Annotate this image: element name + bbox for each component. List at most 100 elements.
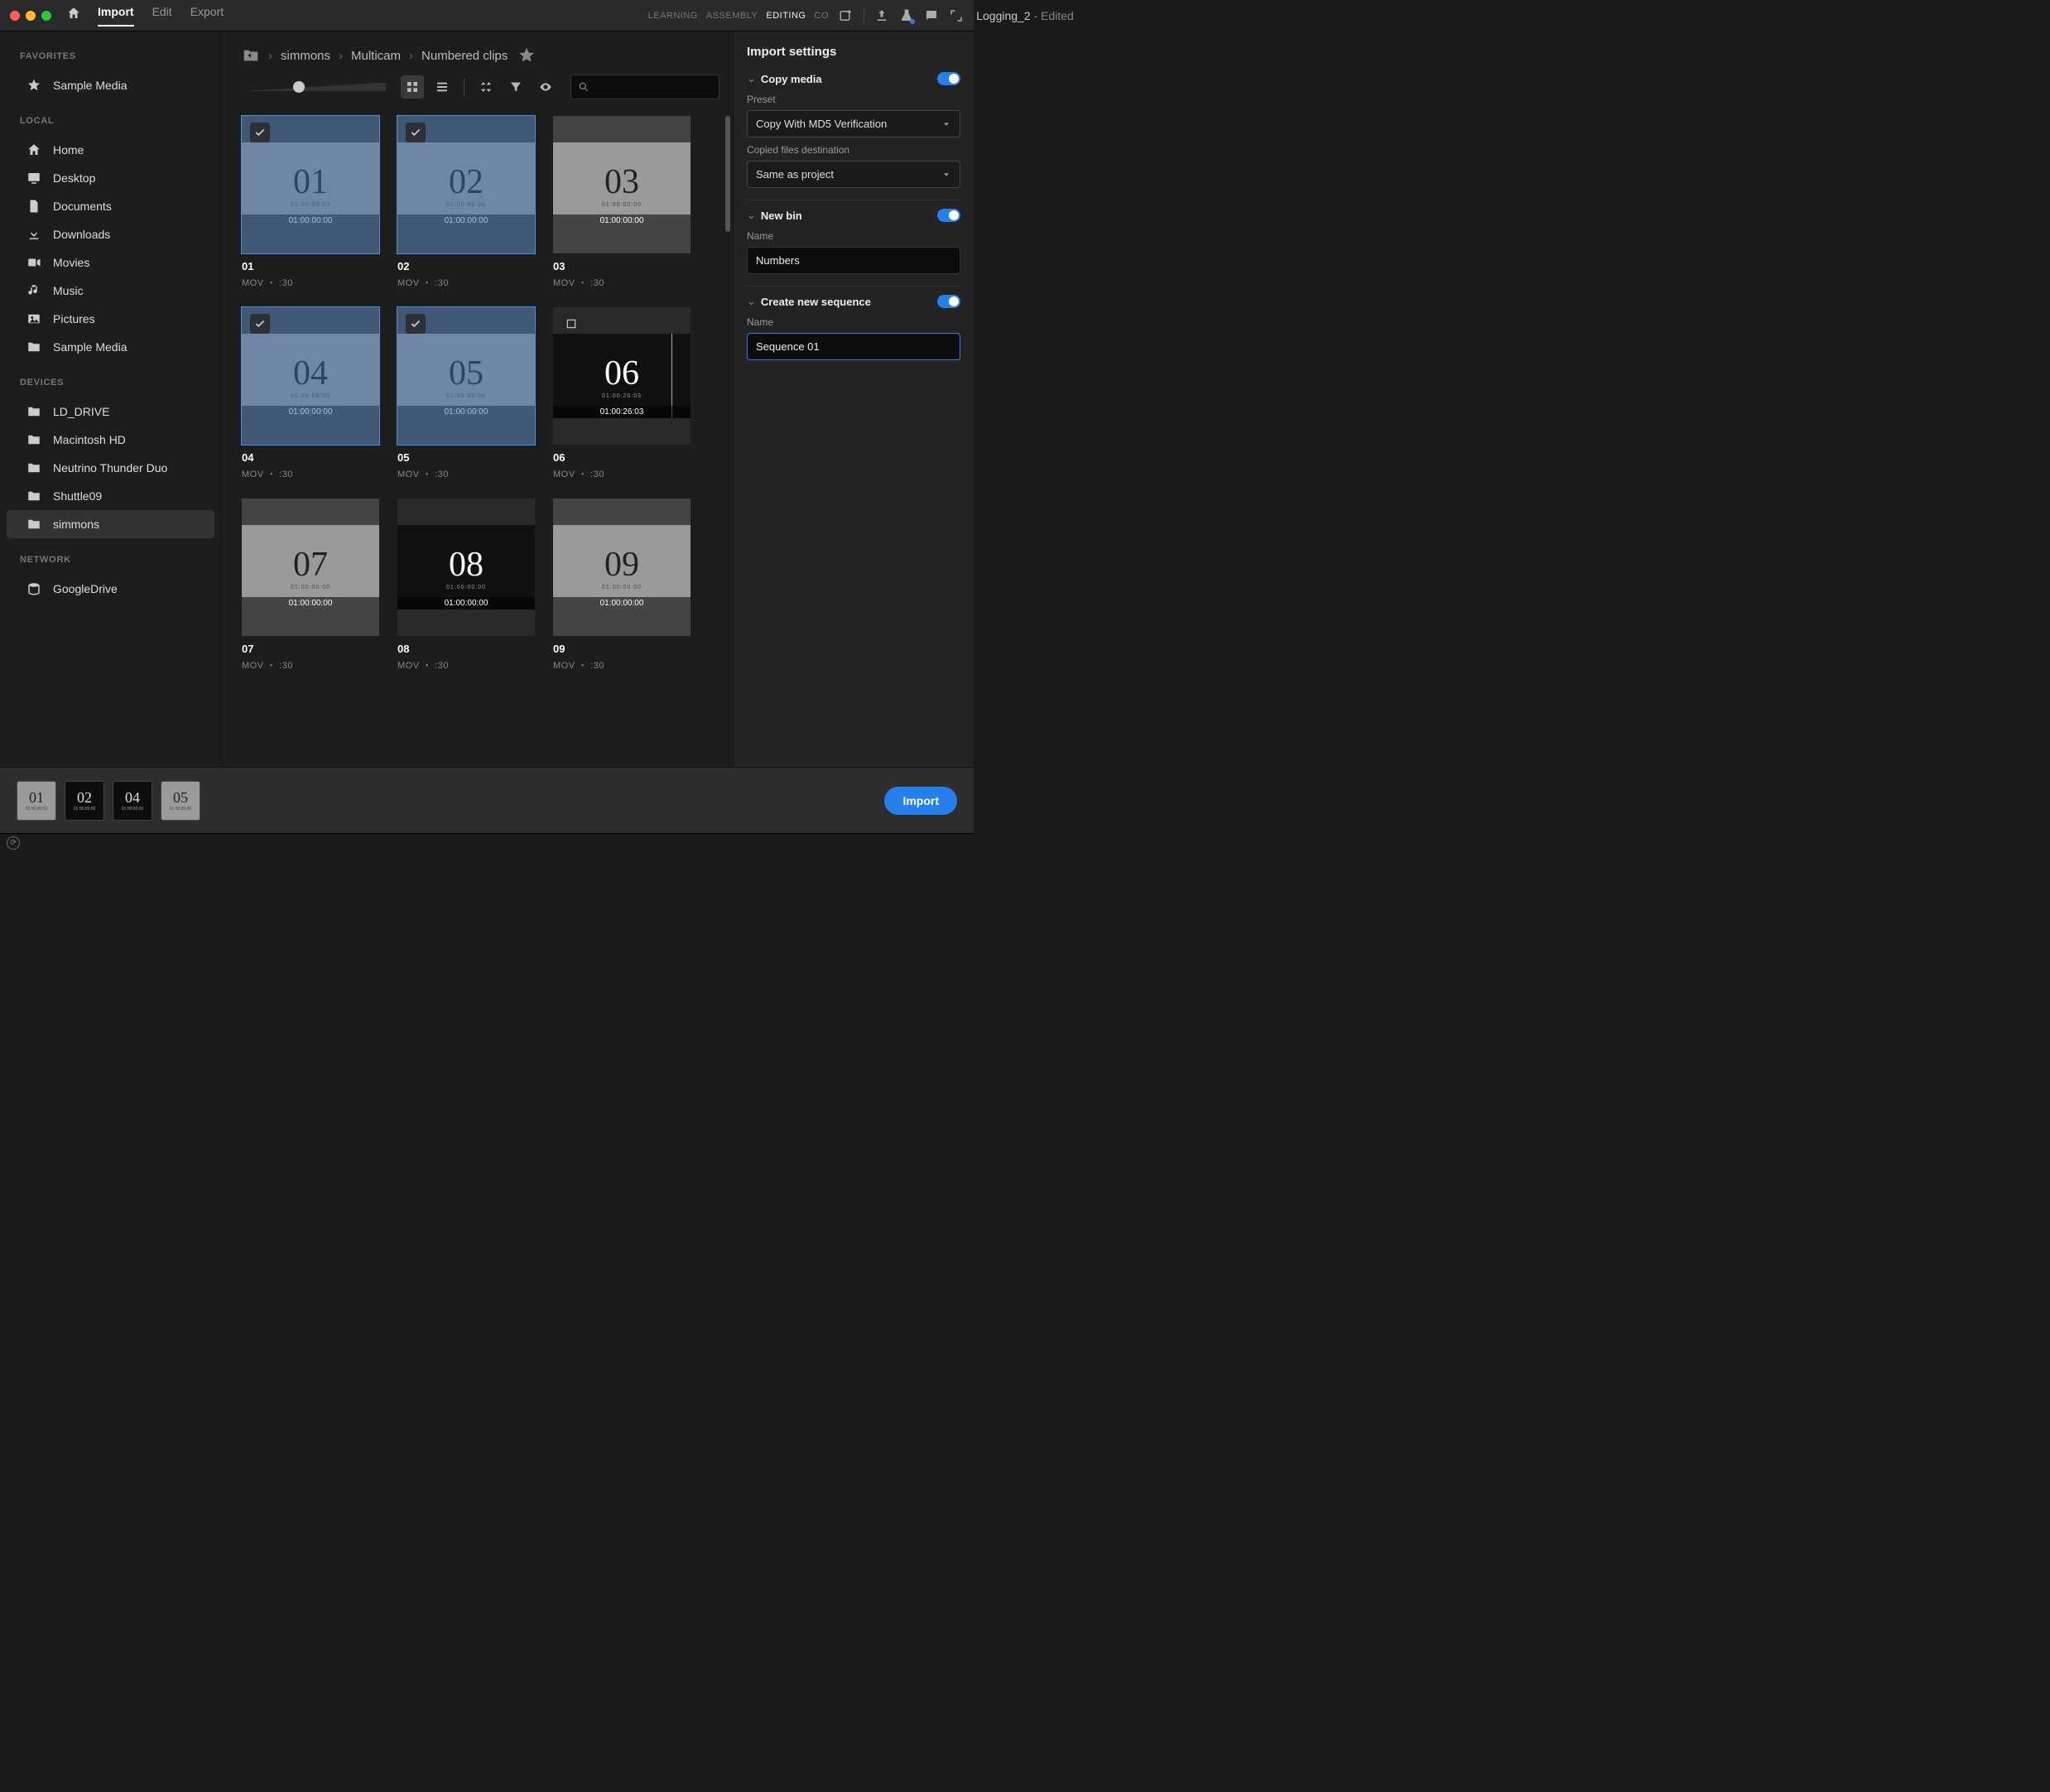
search-input[interactable] <box>570 75 719 99</box>
main-tab-export[interactable]: Export <box>190 5 224 26</box>
preset-select[interactable]: Copy With MD5 Verification <box>747 110 960 137</box>
clip-name: 08 <box>397 643 535 655</box>
sidebar-item-sample-media[interactable]: Sample Media <box>7 71 214 99</box>
destination-select[interactable]: Same as project <box>747 161 960 188</box>
sidebar-item-label: Desktop <box>53 171 95 185</box>
breadcrumb-item[interactable]: simmons <box>281 49 330 63</box>
clip-number: 07 <box>293 545 328 585</box>
clip-item[interactable]: 0101:00:00:0001:00:00:0001MOV ・ :30 <box>242 116 379 289</box>
minimize-window-button[interactable] <box>26 11 36 21</box>
section-header-new-bin[interactable]: ⌄ New bin <box>747 209 960 222</box>
sequence-name-input[interactable]: Sequence 01 <box>747 333 960 360</box>
tray-clip[interactable]: 0201:00:00:00 <box>65 781 104 821</box>
section-copy-media: ⌄ Copy media Preset Copy With MD5 Verifi… <box>747 72 960 200</box>
clip-thumbnail[interactable]: 0601:00:26:0301:00:26:03 <box>553 307 691 445</box>
clip-checkbox[interactable] <box>406 314 426 334</box>
sidebar-item-neutrino-thunder-duo[interactable]: Neutrino Thunder Duo <box>7 454 214 482</box>
main-tab-edit[interactable]: Edit <box>152 5 172 26</box>
visibility-button[interactable] <box>534 75 557 99</box>
tray-clip[interactable]: 0101:00:00:00 <box>17 781 56 821</box>
maximize-window-button[interactable] <box>41 11 51 21</box>
clip-item[interactable]: 0301:00:00:0001:00:00:0003MOV ・ :30 <box>553 116 691 289</box>
chevron-down-icon <box>941 170 951 180</box>
clip-thumbnail[interactable]: 0701:00:00:0001:00:00:00 <box>242 499 379 636</box>
main-tabs: Import Edit Export <box>98 5 224 26</box>
titlebar: ImportEditExport Logging_2 - Edited LEAR… <box>0 0 974 31</box>
list-view-button[interactable] <box>431 75 454 99</box>
clip-checkbox[interactable] <box>561 314 581 334</box>
clip-thumbnail[interactable]: 0301:00:00:0001:00:00:00 <box>553 116 691 253</box>
bin-name-input[interactable]: Numbers <box>747 247 960 274</box>
sidebar-item-music[interactable]: Music <box>7 277 214 305</box>
clip-thumbnail[interactable]: 0401:00:00:0001:00:00:00 <box>242 307 379 445</box>
clip-item[interactable]: 0501:00:00:0001:00:00:0005MOV ・ :30 <box>397 307 535 480</box>
folder-back-icon[interactable] <box>242 46 260 65</box>
comment-icon[interactable] <box>924 8 939 23</box>
toggle-new-bin[interactable] <box>937 209 960 222</box>
timecode: 01:00:00:00 <box>553 597 691 609</box>
sort-button[interactable] <box>474 75 498 99</box>
clip-checkbox[interactable] <box>406 123 426 142</box>
sidebar-item-sample-media[interactable]: Sample Media <box>7 333 214 361</box>
settings-title: Import settings <box>747 45 960 59</box>
clip-thumbnail[interactable]: 0901:00:00:0001:00:00:00 <box>553 499 691 636</box>
file-icon <box>26 199 41 214</box>
breadcrumb-item[interactable]: Numbered clips <box>421 49 508 63</box>
main-tab-import[interactable]: Import <box>98 5 134 26</box>
clip-checkbox[interactable] <box>250 314 270 334</box>
clip-thumbnail[interactable]: 0201:00:00:0001:00:00:00 <box>397 116 535 253</box>
chevron-down-icon: ⌄ <box>747 209 756 222</box>
sidebar-item-movies[interactable]: Movies <box>7 248 214 277</box>
clip-thumbnail[interactable]: 0801:00:00:0001:00:00:00 <box>397 499 535 636</box>
star-outline-icon[interactable] <box>519 48 534 63</box>
cc-sync-icon[interactable]: ⟳ <box>7 836 20 850</box>
toggle-copy-media[interactable] <box>937 72 960 85</box>
section-header-copy-media[interactable]: ⌄ Copy media <box>747 72 960 85</box>
scrollbar[interactable] <box>725 116 730 232</box>
sidebar-item-label: LD_DRIVE <box>53 405 109 418</box>
sidebar-item-ld_drive[interactable]: LD_DRIVE <box>7 397 214 426</box>
sidebar-item-downloads[interactable]: Downloads <box>7 220 214 248</box>
toggle-new-sequence[interactable] <box>937 295 960 308</box>
clip-item[interactable]: 0801:00:00:0001:00:00:0008MOV ・ :30 <box>397 499 535 672</box>
fullscreen-icon[interactable] <box>949 8 964 23</box>
clip-thumbnail[interactable]: 0101:00:00:0001:00:00:00 <box>242 116 379 253</box>
sidebar-item-googledrive[interactable]: GoogleDrive <box>7 575 214 603</box>
sidebar-item-shuttle09[interactable]: Shuttle09 <box>7 482 214 510</box>
clip-item[interactable]: 0701:00:00:0001:00:00:0007MOV ・ :30 <box>242 499 379 672</box>
workspace-tab-assembly[interactable]: ASSEMBLY <box>706 11 758 21</box>
share-icon[interactable] <box>874 8 889 23</box>
clip-thumbnail[interactable]: 0501:00:00:0001:00:00:00 <box>397 307 535 445</box>
workspace-tab-co[interactable]: CO <box>815 11 830 21</box>
tray-clip[interactable]: 0401:00:00:00 <box>113 781 152 821</box>
workspace-tab-editing[interactable]: EDITING <box>766 11 806 21</box>
add-workspace-icon[interactable] <box>839 8 854 23</box>
sidebar-item-home[interactable]: Home <box>7 136 214 164</box>
browser-toolbar <box>222 68 733 111</box>
sidebar-header: DEVICES <box>0 373 221 393</box>
sidebar-item-simmons[interactable]: simmons <box>7 510 214 538</box>
clip-item[interactable]: 0601:00:26:0301:00:26:0306MOV ・ :30 <box>553 307 691 480</box>
grid-view-button[interactable] <box>401 75 424 99</box>
section-new-bin: ⌄ New bin Name Numbers <box>747 209 960 287</box>
tray-clip[interactable]: 0501:00:00:00 <box>161 781 200 821</box>
clip-item[interactable]: 0201:00:00:0001:00:00:0002MOV ・ :30 <box>397 116 535 289</box>
import-button[interactable]: Import <box>884 787 957 815</box>
home-icon[interactable] <box>66 6 81 25</box>
zoom-slider[interactable] <box>245 81 386 93</box>
sidebar-item-label: Home <box>53 143 84 157</box>
sidebar-item-label: Downloads <box>53 228 110 241</box>
breadcrumb-item[interactable]: Multicam <box>351 49 401 63</box>
workspace-tab-learning[interactable]: LEARNING <box>648 11 698 21</box>
close-window-button[interactable] <box>10 11 20 21</box>
clip-item[interactable]: 0401:00:00:0001:00:00:0004MOV ・ :30 <box>242 307 379 480</box>
filter-button[interactable] <box>504 75 527 99</box>
clip-item[interactable]: 0901:00:00:0001:00:00:0009MOV ・ :30 <box>553 499 691 672</box>
sidebar-item-macintosh-hd[interactable]: Macintosh HD <box>7 426 214 454</box>
sidebar-item-pictures[interactable]: Pictures <box>7 305 214 333</box>
section-header-new-sequence[interactable]: ⌄ Create new sequence <box>747 295 960 308</box>
sidebar-item-desktop[interactable]: Desktop <box>7 164 214 192</box>
clip-checkbox[interactable] <box>250 123 270 142</box>
beaker-icon[interactable] <box>899 8 914 23</box>
sidebar-item-documents[interactable]: Documents <box>7 192 214 220</box>
